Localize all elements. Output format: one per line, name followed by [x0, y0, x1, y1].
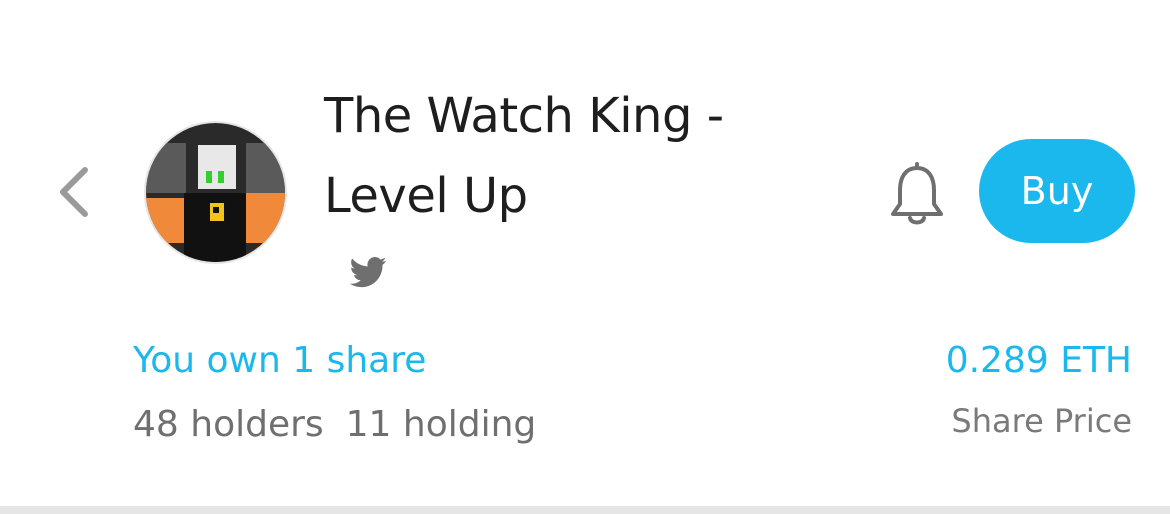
holder-stats: 48 holders 11 holding	[133, 404, 536, 445]
twitter-link[interactable]	[346, 253, 390, 293]
page-title: The Watch King - Level Up	[324, 76, 804, 236]
avatar	[144, 121, 287, 264]
ownership-text: You own 1 share	[133, 340, 427, 381]
back-button[interactable]	[48, 160, 98, 224]
share-price-label: Share Price	[951, 402, 1132, 440]
share-price-value: 0.289 ETH	[945, 340, 1132, 381]
holding-count[interactable]: 11 holding	[346, 404, 537, 445]
holders-count[interactable]: 48 holders	[133, 404, 324, 445]
notification-button[interactable]	[884, 160, 950, 232]
bell-icon	[891, 162, 943, 225]
title-line-1: The Watch King -	[324, 88, 724, 144]
buy-button[interactable]: Buy	[979, 139, 1135, 243]
twitter-icon	[349, 257, 387, 288]
chevron-left-icon	[60, 167, 88, 217]
title-line-2: Level Up	[324, 168, 528, 224]
divider	[0, 506, 1170, 514]
